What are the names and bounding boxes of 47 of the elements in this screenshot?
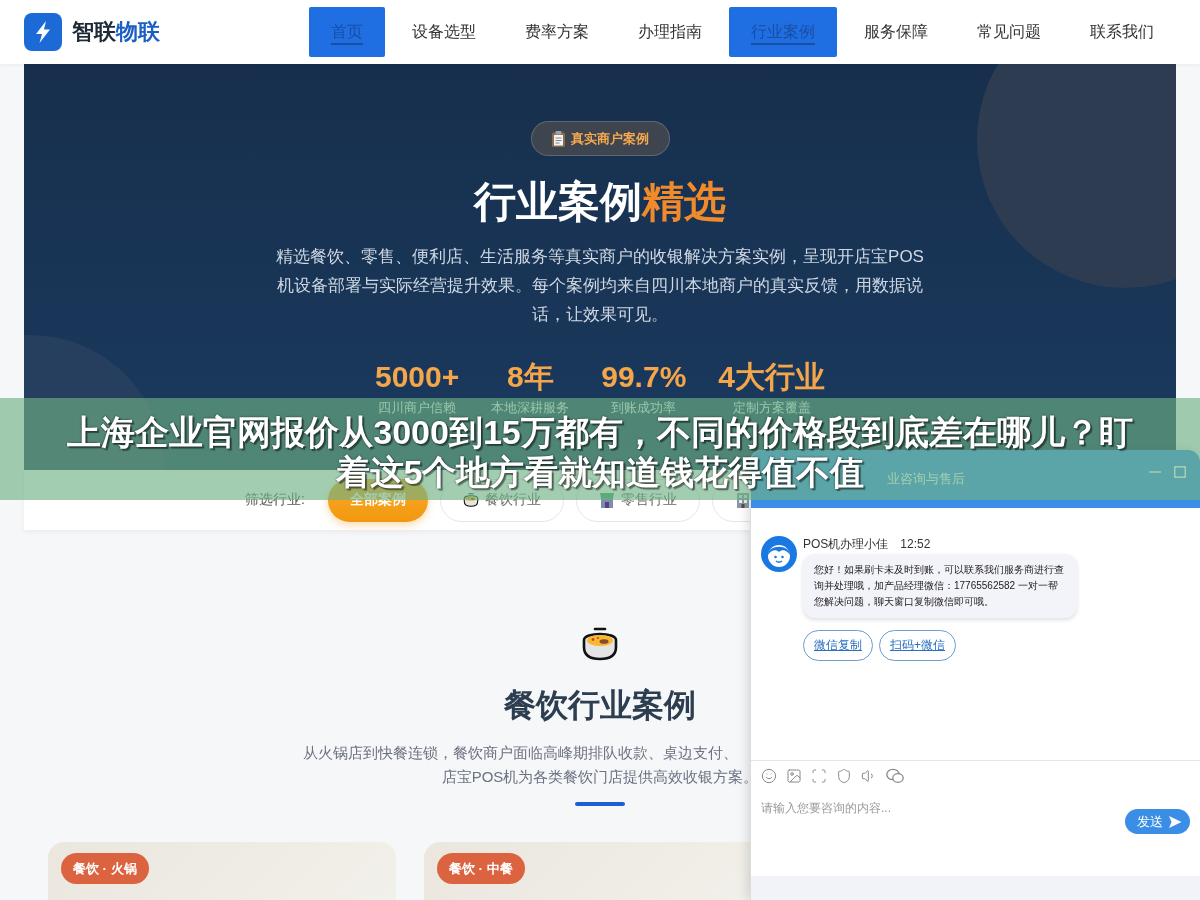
stat-label: 四川商户信赖 — [378, 399, 457, 416]
message-bubble: 您好！如果刷卡未及时到账，可以联系我们服务商进行查询并处理哦，加产品经理微信：17765562582 一对一帮您解决问题，聊天窗口复制微信即可哦。 — [803, 554, 1077, 618]
clipboard-icon — [551, 130, 565, 147]
emoji-icon[interactable] — [761, 767, 777, 784]
soup-bowl-icon — [462, 492, 479, 508]
card-tag: 餐饮 · 中餐 — [437, 853, 525, 884]
image-icon[interactable] — [786, 767, 802, 784]
section-description: 店宝POS机为各类餐饮门店提供高效收银方案。 — [441, 767, 759, 787]
hero-title: 行业案例精选 — [474, 178, 726, 226]
building-icon — [734, 492, 751, 508]
send-button[interactable]: 发送 — [1125, 809, 1190, 834]
message-time: 12:52 — [900, 537, 931, 551]
case-card[interactable]: 餐饮 · 火锅 — [48, 842, 396, 900]
hero-description: 精选餐饮、零售、便利店、生活服务等真实商户的收银解决方案实例，呈现开店宝POS机设备部署与实际经营提升效果。每个案例均来自四川本地商户的真实反馈，用数据说话，让效果可见。 — [275, 246, 925, 326]
fullscreen-icon[interactable] — [811, 767, 827, 784]
store-icon — [598, 492, 615, 508]
shield-icon[interactable] — [836, 767, 852, 784]
badge-text: 真实商户案例 — [570, 129, 649, 148]
stat-value: 5000+ — [375, 359, 460, 395]
nav-tab[interactable]: 常见问题 — [955, 7, 1063, 57]
stat-value: 99.7% — [601, 359, 687, 395]
nav-tab[interactable]: 办理指南 — [616, 7, 724, 57]
stat-value: 4大行业 — [718, 359, 825, 395]
stat-label: 本地深耕服务 — [491, 399, 570, 415]
stat-label: 到账成功率 — [611, 399, 677, 416]
maximize-icon[interactable] — [1174, 466, 1186, 478]
stat-value: 8年 — [506, 359, 554, 395]
nav-tab[interactable]: 设备选型 — [390, 7, 498, 57]
accent-bar — [575, 802, 625, 806]
nav-tab[interactable]: 服务保障 — [842, 7, 950, 57]
nav-tab[interactable]: 费率方案 — [503, 7, 611, 57]
section-description: 从火锅店到快餐连锁，餐饮商户面临高峰期排队收款、桌边支付、 — [303, 743, 738, 763]
caption-line: 上海企业官网报价从3000到15万都有，不同的价格段到底差在哪儿？盯 — [67, 413, 1133, 452]
chat-bubbles-icon[interactable] — [886, 767, 904, 784]
nav-tab[interactable]: 联系我们 — [1068, 7, 1176, 57]
section-title: 餐饮行业案例 — [504, 686, 696, 725]
stat-label: 定制方案覆盖 — [732, 399, 811, 416]
avatar-icon — [761, 536, 797, 572]
quick-reply-button[interactable]: 微信复制 — [803, 630, 873, 661]
card-tag: 餐饮 · 火锅 — [61, 853, 149, 884]
chat-title: 业咨询与售后 — [887, 470, 965, 488]
logo-icon — [24, 13, 62, 51]
brand-name: 智联物联 — [72, 18, 160, 46]
quick-reply-button[interactable]: 扫码+微信 — [879, 630, 956, 661]
send-icon — [1168, 814, 1182, 829]
soup-bowl-icon — [581, 625, 619, 661]
agent-name: POS机办理小佳 — [803, 535, 889, 553]
